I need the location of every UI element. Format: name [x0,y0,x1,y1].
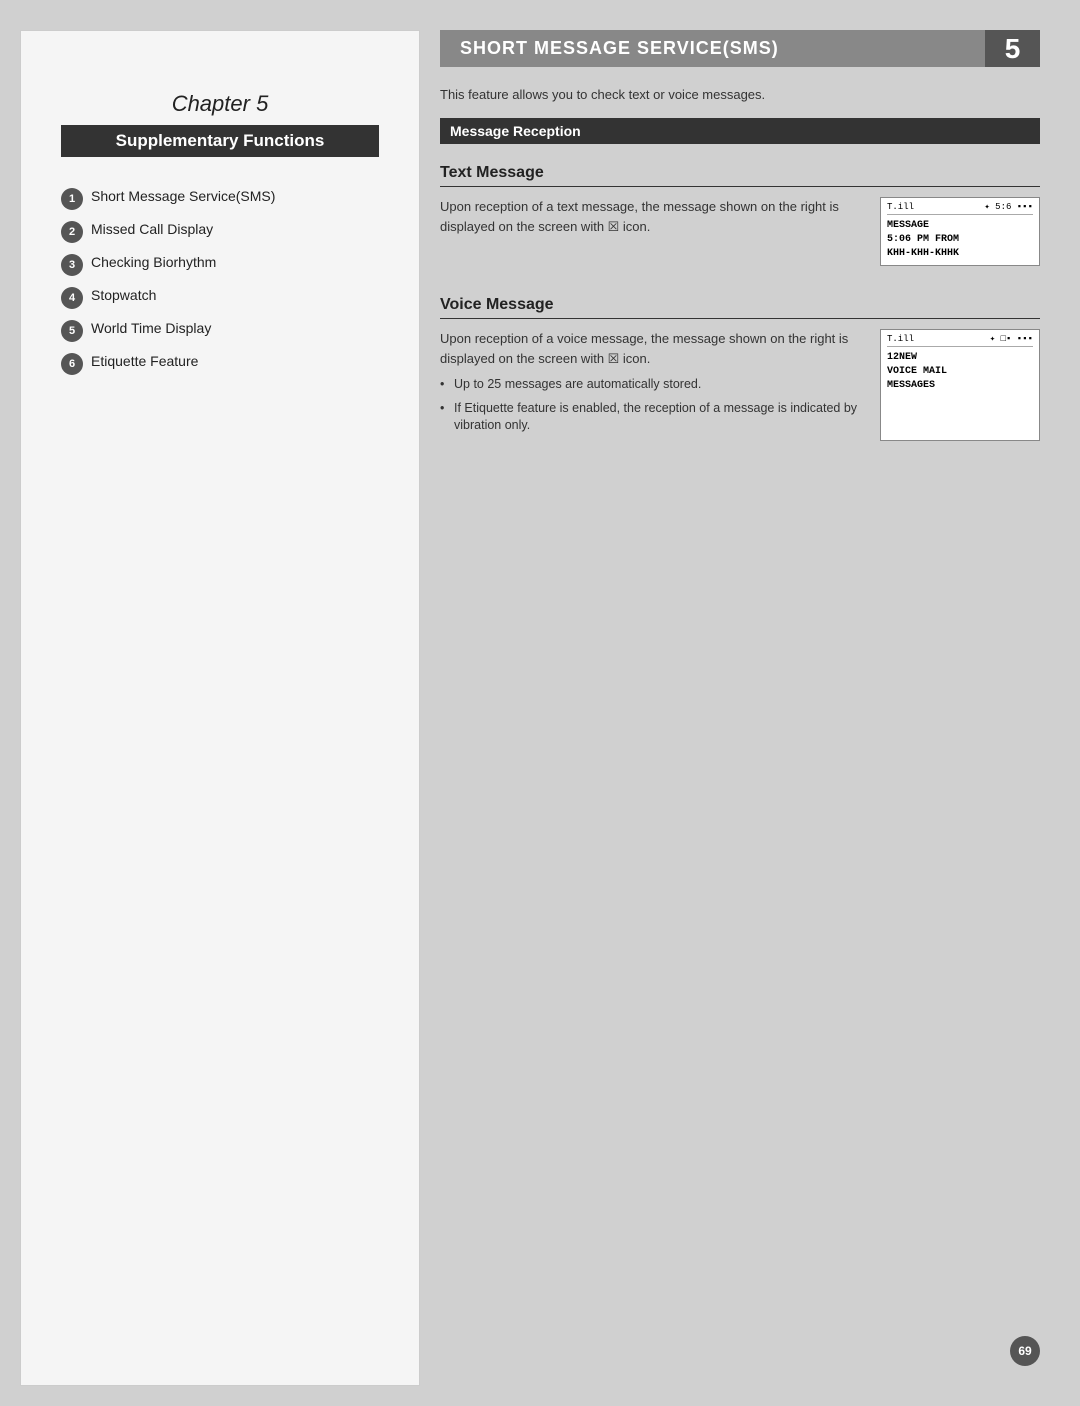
text-screen-status: T.ill ✦ 5:6 ▪▪▪ [887,202,1033,215]
chapter-number-box: 5 [985,30,1040,67]
toc-label: World Time Display [91,319,211,339]
text-screen-icons: ✦ 5:6 ▪▪▪ [984,202,1033,212]
feature-intro: This feature allows you to check text or… [440,87,1040,102]
message-reception-bar: Message Reception [440,118,1040,144]
voice-screen-icons: ✦ □▪ ▪▪▪ [990,334,1033,344]
page-container: Chapter 5 Supplementary Functions 1 Shor… [0,0,1080,1406]
voice-message-body: Upon reception of a voice message, the m… [440,329,860,368]
message-reception-label: Message Reception [450,123,581,139]
toc-label: Short Message Service(SMS) [91,187,275,207]
text-screen-content: MESSAGE 5:06 PM FROM KHH-KHH-KHHK [887,219,1033,261]
toc-label: Missed Call Display [91,220,213,240]
left-panel: Chapter 5 Supplementary Functions 1 Shor… [20,30,420,1386]
text-screen-line2: 5:06 PM FROM [887,233,1033,247]
bullet-item: Up to 25 messages are automatically stor… [440,376,860,394]
toc-number: 4 [61,287,83,309]
toc-number: 1 [61,188,83,210]
toc-number: 2 [61,221,83,243]
voice-screen-status: T.ill ✦ □▪ ▪▪▪ [887,334,1033,347]
voice-message-row: Upon reception of a voice message, the m… [440,329,1040,441]
voice-message-bullets: Up to 25 messages are automatically stor… [440,376,860,435]
toc-label: Checking Biorhythm [91,253,216,273]
toc-label: Stopwatch [91,286,156,306]
voice-screen-content: 12NEW VOICE MAIL MESSAGES [887,351,1033,393]
toc-number: 3 [61,254,83,276]
toc-label: Etiquette Feature [91,352,198,372]
page-number: 69 [1010,1336,1040,1366]
toc-item: 5 World Time Display [61,319,379,342]
toc-item: 6 Etiquette Feature [61,352,379,375]
text-screen-line3: KHH-KHH-KHHK [887,247,1033,261]
voice-message-left: Upon reception of a voice message, the m… [440,329,860,441]
chapter-header: SHORT MESSAGE SERVICE(SMS) 5 [440,30,1040,67]
bullet-item: If Etiquette feature is enabled, the rec… [440,400,860,435]
chapter-title: Chapter 5 [61,91,379,117]
text-screen-signal: T.ill [887,202,914,212]
text-message-title: Text Message [440,164,1040,187]
text-message-row: Upon reception of a text message, the me… [440,197,1040,266]
chapter-header-title: SHORT MESSAGE SERVICE(SMS) [440,30,985,67]
toc-number: 5 [61,320,83,342]
toc-item: 3 Checking Biorhythm [61,253,379,276]
voice-screen-line3: MESSAGES [887,379,1033,393]
voice-screen-signal: T.ill [887,334,914,344]
voice-message-title: Voice Message [440,296,1040,319]
toc-list: 1 Short Message Service(SMS) 2 Missed Ca… [61,187,379,375]
voice-screen-line2: VOICE MAIL [887,365,1033,379]
text-message-screen: T.ill ✦ 5:6 ▪▪▪ MESSAGE 5:06 PM FROM KHH… [880,197,1040,266]
right-panel: SHORT MESSAGE SERVICE(SMS) 5 This featur… [420,20,1060,1386]
toc-item: 1 Short Message Service(SMS) [61,187,379,210]
chapter-subtitle: Supplementary Functions [61,125,379,157]
text-message-body: Upon reception of a text message, the me… [440,197,860,266]
toc-item: 2 Missed Call Display [61,220,379,243]
text-screen-line1: MESSAGE [887,219,1033,233]
voice-message-screen: T.ill ✦ □▪ ▪▪▪ 12NEW VOICE MAIL MESSAGES [880,329,1040,441]
voice-screen-line1: 12NEW [887,351,1033,365]
toc-number: 6 [61,353,83,375]
toc-item: 4 Stopwatch [61,286,379,309]
